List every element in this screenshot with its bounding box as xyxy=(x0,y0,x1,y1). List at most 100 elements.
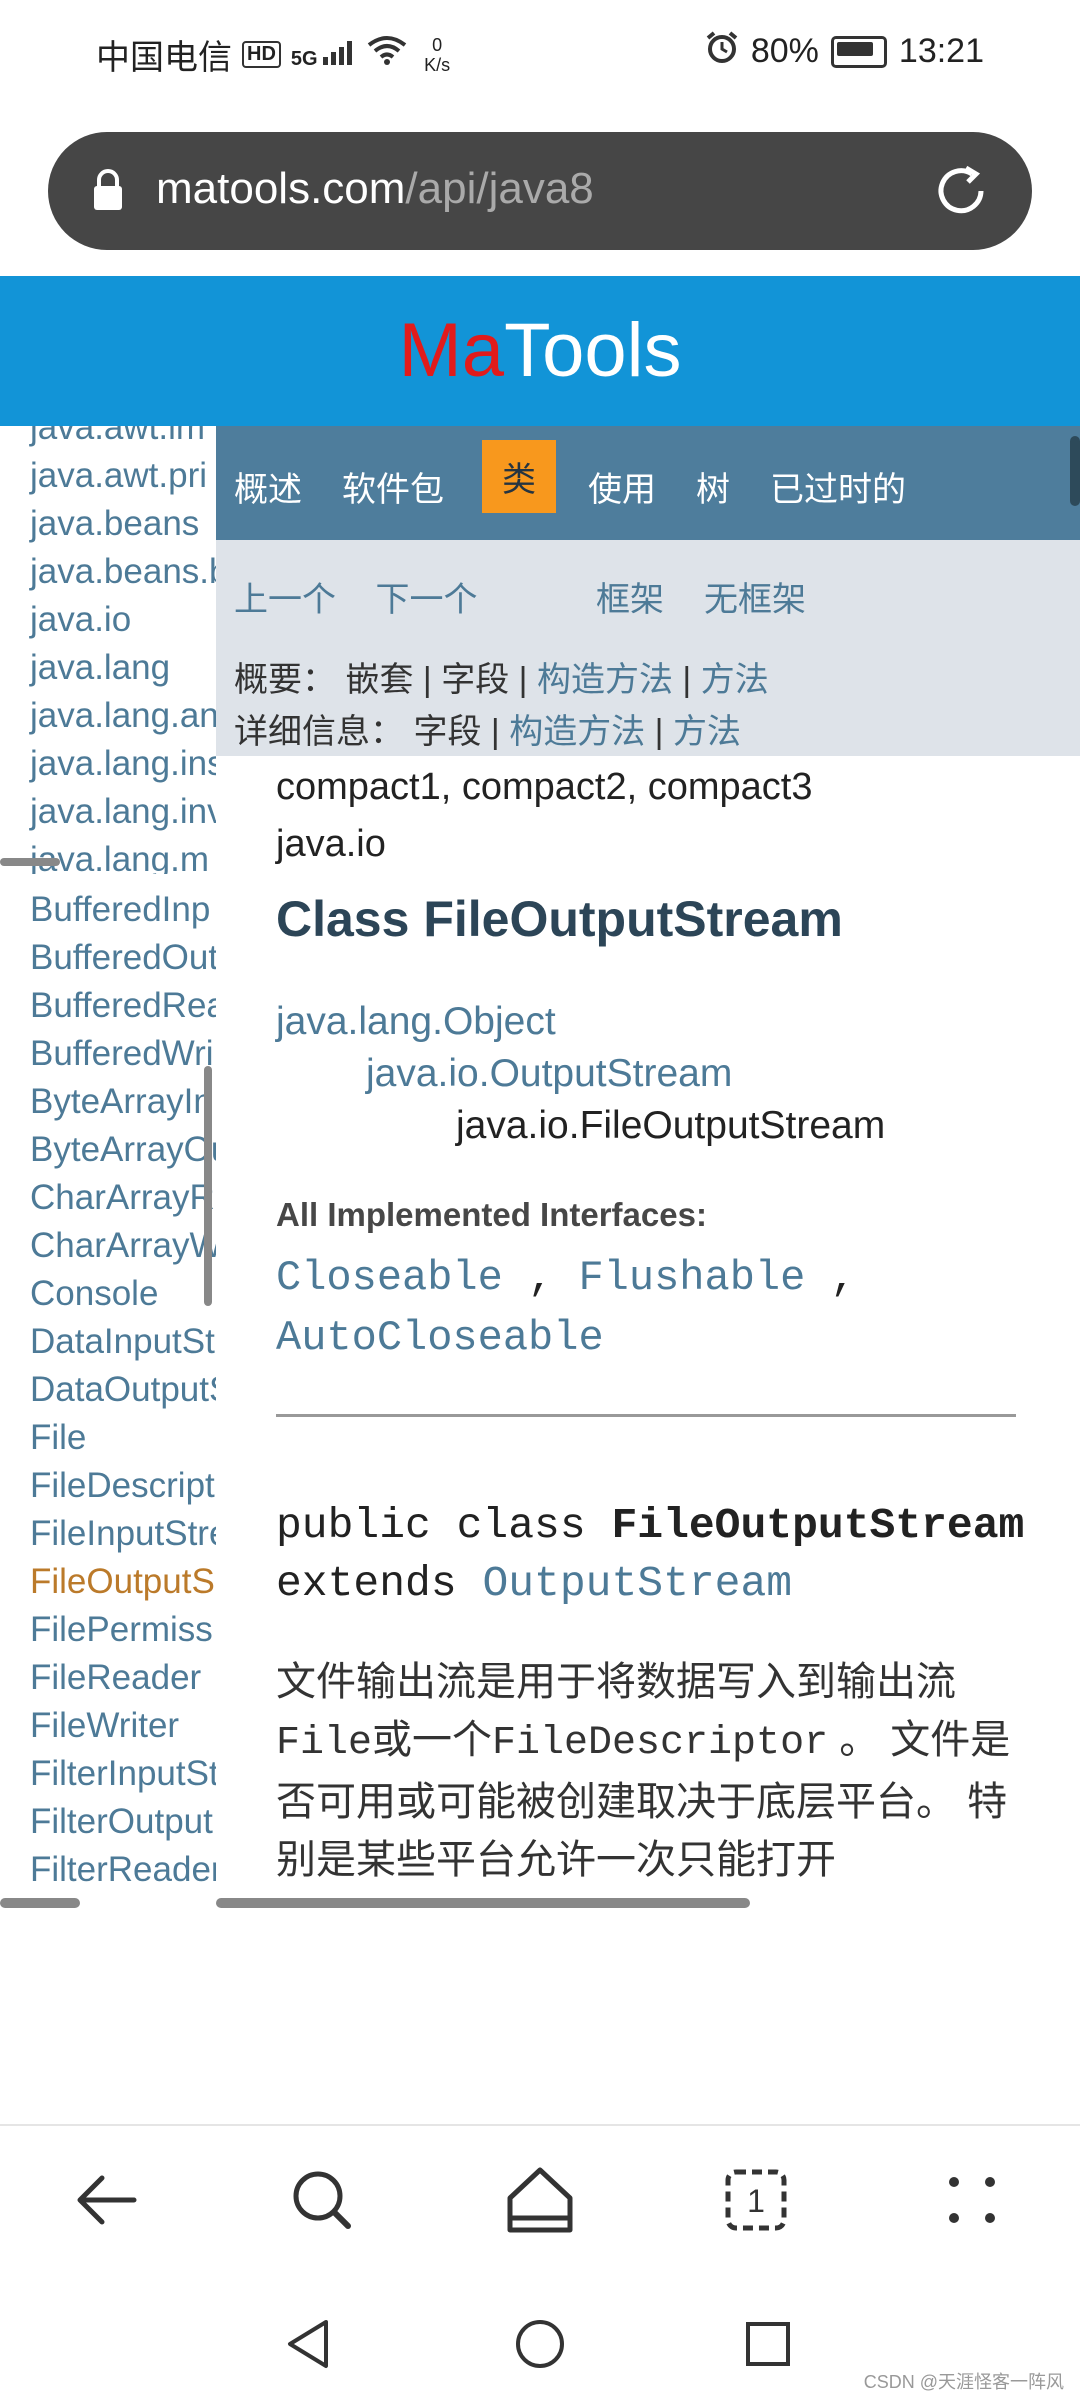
carrier-label: 中国电信 xyxy=(96,39,232,77)
url-domain: matools.com xyxy=(156,164,406,213)
status-bar: 中国电信 HD 5G 0 K/s 80% 13:21 xyxy=(0,0,1080,110)
sidebar-class-item[interactable]: FilePermiss xyxy=(30,1610,213,1650)
nav-tree[interactable]: 树 xyxy=(696,462,730,511)
status-left: 中国电信 HD 5G 0 K/s xyxy=(96,30,457,79)
detail-constructor-link[interactable]: 构造方法 xyxy=(509,713,645,751)
sidebar-class-item[interactable]: FilterReader xyxy=(30,1850,216,1890)
tabs-icon[interactable]: 1 xyxy=(716,2160,796,2240)
sidebar-class-item[interactable]: BufferedInp xyxy=(30,890,210,930)
system-recents-icon[interactable] xyxy=(738,2314,798,2379)
separator: | xyxy=(490,713,500,751)
compact-profiles: compact1, compact2, compact3 xyxy=(276,766,813,808)
sidebar-class-item[interactable]: ByteArrayOu xyxy=(30,1130,216,1170)
sidebar-package-item[interactable]: java.lang.an xyxy=(30,696,216,736)
nav-overview[interactable]: 概述 xyxy=(234,462,302,511)
sidebar-horizontal-scrollbar[interactable] xyxy=(0,1898,80,1908)
sidebar-class-item[interactable]: FileInputStre xyxy=(30,1514,216,1554)
sidebar-class-item[interactable]: DataOutputS xyxy=(30,1370,216,1410)
signature-superclass-link[interactable]: OutputStream xyxy=(482,1559,792,1608)
sidebar-package-item[interactable]: java.lang xyxy=(30,648,170,688)
site-logo[interactable]: MaTools xyxy=(399,308,682,393)
class-content: compact1, compact2, compact3 java.io Cla… xyxy=(276,766,1036,1889)
summary-method-link[interactable]: 方法 xyxy=(701,661,769,699)
horizontal-scrollbar[interactable] xyxy=(216,1898,750,1908)
back-icon[interactable] xyxy=(68,2160,148,2240)
no-frames-link[interactable]: 无框架 xyxy=(704,572,806,621)
site-header: MaTools xyxy=(0,276,1080,426)
sidebar-class-item[interactable]: BufferedWri xyxy=(30,1034,214,1074)
summary-constructor-link[interactable]: 构造方法 xyxy=(537,661,673,699)
class-description: 文件输出流是用于将数据写入到输出流File或一个FileDescriptor 。… xyxy=(276,1653,1036,1889)
detail-label: 详细信息： xyxy=(234,713,404,751)
sidebar-class-item[interactable]: BufferedRea xyxy=(30,986,216,1026)
url-path: /api/java8 xyxy=(405,164,594,213)
inheritance-outputstream-link[interactable]: java.io.OutputStream xyxy=(276,1048,1036,1100)
frame-divider[interactable] xyxy=(0,858,60,866)
sidebar-class-item[interactable]: FileDescript xyxy=(30,1466,215,1506)
menu-dots-icon[interactable] xyxy=(932,2160,1012,2240)
sidebar-class-item[interactable]: Console xyxy=(30,1274,158,1314)
sidebar-class-item[interactable]: FileReader xyxy=(30,1658,201,1698)
battery-percent: 80% xyxy=(750,32,819,70)
sidebar-package-item[interactable]: java.lang.m xyxy=(30,840,209,874)
nav-class[interactable]: 类 xyxy=(482,440,556,513)
class-signature: public class FileOutputStream extends Ou… xyxy=(276,1497,1036,1613)
nav-deprecated[interactable]: 已过时的 xyxy=(770,462,906,511)
sidebar-class-item[interactable]: CharArrayW xyxy=(30,1226,216,1266)
svg-text:1: 1 xyxy=(747,2183,765,2219)
divider xyxy=(276,1414,1016,1417)
url-text[interactable]: matools.com/api/java8 xyxy=(156,164,594,214)
nav-use[interactable]: 使用 xyxy=(588,462,656,511)
clock: 13:21 xyxy=(898,32,984,70)
sidebar-package-item[interactable]: java.beans.b xyxy=(30,552,216,592)
top-navbar: 概述 软件包 类 使用 树 已过时的 xyxy=(216,426,1080,540)
system-back-icon[interactable] xyxy=(278,2314,338,2379)
summary-nested: 嵌套 xyxy=(345,661,414,699)
sidebar-package-item[interactable]: java.awt.im xyxy=(30,426,205,448)
nav-package[interactable]: 软件包 xyxy=(342,462,444,511)
separator: | xyxy=(518,661,528,699)
interface-flushable-link[interactable]: Flushable xyxy=(578,1254,805,1302)
sidebar-class-item[interactable]: BufferedOut xyxy=(30,938,216,978)
separator: | xyxy=(422,661,432,699)
home-icon[interactable] xyxy=(500,2160,580,2240)
sidebar-class-item[interactable]: CharArrayRe xyxy=(30,1178,216,1218)
wifi-icon xyxy=(367,35,407,74)
sidebar-scrollbar[interactable] xyxy=(204,1066,212,1306)
detail-field: 字段 xyxy=(413,713,482,751)
detail-method-link[interactable]: 方法 xyxy=(673,713,741,751)
sidebar-package-item[interactable]: java.lang.inv xyxy=(30,792,216,832)
sidebar-class-item[interactable]: FilterInputSt xyxy=(30,1754,216,1794)
sidebar-class-item-active[interactable]: FileOutputS xyxy=(30,1562,215,1602)
prev-class-link[interactable]: 上一个 xyxy=(234,581,336,619)
sidebar-class-item[interactable]: File xyxy=(30,1418,86,1458)
alarm-icon xyxy=(705,30,739,73)
sidebar-class-item[interactable]: DataInputSt xyxy=(30,1322,215,1362)
summary-row: 概要： 嵌套 | 字段 | 构造方法 | 方法 xyxy=(234,652,769,701)
package-name: java.io xyxy=(276,823,386,865)
interface-closeable-link[interactable]: Closeable xyxy=(276,1254,503,1302)
signal-icon: 5G xyxy=(291,39,357,71)
sidebar-class-item[interactable]: ByteArrayIn xyxy=(30,1082,213,1122)
sidebar-package-item[interactable]: java.beans xyxy=(30,504,199,544)
system-home-icon[interactable] xyxy=(510,2314,570,2379)
detail-row: 详细信息： 字段 | 构造方法 | 方法 xyxy=(234,704,741,753)
inheritance-object-link[interactable]: java.lang.Object xyxy=(276,996,1036,1048)
next-class-link[interactable]: 下一个 xyxy=(375,581,477,619)
reload-icon[interactable] xyxy=(932,162,990,225)
url-bar[interactable]: matools.com/api/java8 xyxy=(48,132,1032,250)
sidebar-package-item[interactable]: java.lang.ins xyxy=(30,744,216,784)
signature-extends: extends xyxy=(276,1559,483,1608)
sidebar-package-item[interactable]: java.awt.pri xyxy=(30,456,207,496)
summary-label: 概要： xyxy=(234,661,336,699)
interface-autocloseable-link[interactable]: AutoCloseable xyxy=(276,1314,604,1362)
sidebar-class-item[interactable]: FileWriter xyxy=(30,1706,179,1746)
sidebar-class-item[interactable]: FilterOutput xyxy=(30,1802,213,1842)
browser-toolbar: 1 xyxy=(0,2124,1080,2272)
sidebar-package-item[interactable]: java.io xyxy=(30,600,131,640)
frames-link[interactable]: 框架 xyxy=(596,572,664,621)
navbar-scrollbar[interactable] xyxy=(1070,436,1080,506)
search-icon[interactable] xyxy=(282,2160,362,2240)
desc-text: 或一个 xyxy=(372,1718,493,1762)
sub-navbar: 上一个 下一个 框架 无框架 概要： 嵌套 | 字段 | 构造方法 | 方法 详… xyxy=(216,540,1080,756)
